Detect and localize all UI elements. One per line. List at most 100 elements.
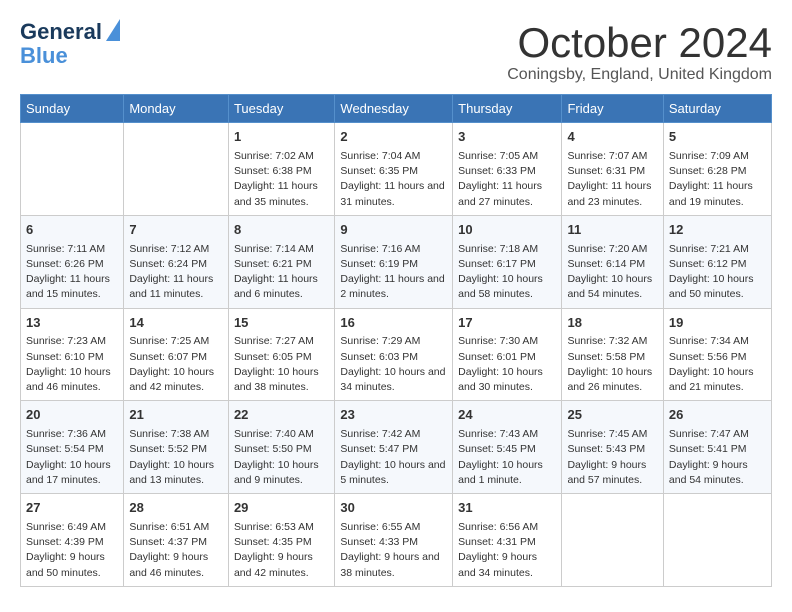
day-info: Sunrise: 6:53 AM Sunset: 4:35 PM Dayligh…	[234, 520, 329, 581]
day-number: 15	[234, 314, 329, 333]
day-number: 31	[458, 499, 556, 518]
day-number: 20	[26, 406, 118, 425]
day-info: Sunrise: 7:25 AM Sunset: 6:07 PM Dayligh…	[129, 334, 223, 395]
weekday-header: Friday	[562, 95, 663, 123]
day-number: 11	[567, 221, 657, 240]
calendar-cell: 30 Sunrise: 6:55 AM Sunset: 4:33 PM Dayli…	[335, 494, 453, 587]
calendar-cell: 23 Sunrise: 7:42 AM Sunset: 5:47 PM Dayli…	[335, 401, 453, 494]
calendar-week-row: 27 Sunrise: 6:49 AM Sunset: 4:39 PM Dayli…	[21, 494, 772, 587]
calendar-cell	[21, 123, 124, 216]
calendar-table: SundayMondayTuesdayWednesdayThursdayFrid…	[20, 94, 772, 587]
day-info: Sunrise: 7:42 AM Sunset: 5:47 PM Dayligh…	[340, 427, 447, 488]
day-number: 19	[669, 314, 766, 333]
calendar-cell	[562, 494, 663, 587]
calendar-cell: 14Sunrise: 7:25 AM Sunset: 6:07 PM Dayli…	[124, 308, 229, 401]
day-info: Sunrise: 7:07 AM Sunset: 6:31 PM Dayligh…	[567, 149, 657, 210]
calendar-cell: 15Sunrise: 7:27 AM Sunset: 6:05 PM Dayli…	[228, 308, 334, 401]
day-info: Sunrise: 7:20 AM Sunset: 6:14 PM Dayligh…	[567, 242, 657, 303]
calendar-cell: 5 Sunrise: 7:09 AM Sunset: 6:28 PM Daylig…	[663, 123, 771, 216]
day-number: 4	[567, 128, 657, 147]
calendar-cell: 29 Sunrise: 6:53 AM Sunset: 4:35 PM Dayli…	[228, 494, 334, 587]
day-number: 26	[669, 406, 766, 425]
day-number: 1	[234, 128, 329, 147]
logo-icon	[106, 19, 120, 41]
day-info: Sunrise: 7:16 AM Sunset: 6:19 PM Dayligh…	[340, 242, 447, 303]
calendar-week-row: 1 Sunrise: 7:02 AM Sunset: 6:38 PM Daylig…	[21, 123, 772, 216]
day-number: 6	[26, 221, 118, 240]
day-info: Sunrise: 6:49 AM Sunset: 4:39 PM Dayligh…	[26, 520, 118, 581]
day-number: 30	[340, 499, 447, 518]
day-info: Sunrise: 7:05 AM Sunset: 6:33 PM Dayligh…	[458, 149, 556, 210]
day-number: 21	[129, 406, 223, 425]
day-number: 2	[340, 128, 447, 147]
day-info: Sunrise: 7:38 AM Sunset: 5:52 PM Dayligh…	[129, 427, 223, 488]
calendar-cell: 31 Sunrise: 6:56 AM Sunset: 4:31 PM Dayli…	[453, 494, 562, 587]
day-info: Sunrise: 7:02 AM Sunset: 6:38 PM Dayligh…	[234, 149, 329, 210]
calendar-cell: 22 Sunrise: 7:40 AM Sunset: 5:50 PM Dayli…	[228, 401, 334, 494]
weekday-header: Saturday	[663, 95, 771, 123]
logo-text-blue: Blue	[20, 44, 120, 68]
calendar-cell: 17Sunrise: 7:30 AM Sunset: 6:01 PM Dayli…	[453, 308, 562, 401]
day-number: 25	[567, 406, 657, 425]
calendar-cell: 7Sunrise: 7:12 AM Sunset: 6:24 PM Daylig…	[124, 215, 229, 308]
calendar-week-row: 6 Sunrise: 7:11 AM Sunset: 6:26 PM Daylig…	[21, 215, 772, 308]
day-info: Sunrise: 7:29 AM Sunset: 6:03 PM Dayligh…	[340, 334, 447, 395]
weekday-header: Thursday	[453, 95, 562, 123]
day-number: 23	[340, 406, 447, 425]
day-info: Sunrise: 7:21 AM Sunset: 6:12 PM Dayligh…	[669, 242, 766, 303]
weekday-header: Sunday	[21, 95, 124, 123]
calendar-cell: 4 Sunrise: 7:07 AM Sunset: 6:31 PM Daylig…	[562, 123, 663, 216]
day-info: Sunrise: 7:30 AM Sunset: 6:01 PM Dayligh…	[458, 334, 556, 395]
day-info: Sunrise: 7:09 AM Sunset: 6:28 PM Dayligh…	[669, 149, 766, 210]
calendar-cell: 6 Sunrise: 7:11 AM Sunset: 6:26 PM Daylig…	[21, 215, 124, 308]
day-info: Sunrise: 7:45 AM Sunset: 5:43 PM Dayligh…	[567, 427, 657, 488]
calendar-cell: 21 Sunrise: 7:38 AM Sunset: 5:52 PM Dayli…	[124, 401, 229, 494]
day-number: 29	[234, 499, 329, 518]
day-number: 27	[26, 499, 118, 518]
day-info: Sunrise: 6:56 AM Sunset: 4:31 PM Dayligh…	[458, 520, 556, 581]
day-number: 5	[669, 128, 766, 147]
logo: General Blue	[20, 20, 120, 68]
day-info: Sunrise: 7:32 AM Sunset: 5:58 PM Dayligh…	[567, 334, 657, 395]
calendar-cell: 16Sunrise: 7:29 AM Sunset: 6:03 PM Dayli…	[335, 308, 453, 401]
calendar-cell: 12Sunrise: 7:21 AM Sunset: 6:12 PM Dayli…	[663, 215, 771, 308]
calendar-cell: 25 Sunrise: 7:45 AM Sunset: 5:43 PM Dayli…	[562, 401, 663, 494]
calendar-cell: 26 Sunrise: 7:47 AM Sunset: 5:41 PM Dayli…	[663, 401, 771, 494]
day-info: Sunrise: 6:55 AM Sunset: 4:33 PM Dayligh…	[340, 520, 447, 581]
calendar-cell: 27 Sunrise: 6:49 AM Sunset: 4:39 PM Dayli…	[21, 494, 124, 587]
weekday-header: Tuesday	[228, 95, 334, 123]
day-number: 22	[234, 406, 329, 425]
weekday-header: Wednesday	[335, 95, 453, 123]
day-number: 16	[340, 314, 447, 333]
calendar-cell: 28 Sunrise: 6:51 AM Sunset: 4:37 PM Dayli…	[124, 494, 229, 587]
day-info: Sunrise: 7:23 AM Sunset: 6:10 PM Dayligh…	[26, 334, 118, 395]
page-header: General Blue October 2024 Coningsby, Eng…	[20, 20, 772, 84]
day-info: Sunrise: 7:47 AM Sunset: 5:41 PM Dayligh…	[669, 427, 766, 488]
day-number: 9	[340, 221, 447, 240]
calendar-cell: 19Sunrise: 7:34 AM Sunset: 5:56 PM Dayli…	[663, 308, 771, 401]
weekday-header: Monday	[124, 95, 229, 123]
day-info: Sunrise: 7:11 AM Sunset: 6:26 PM Dayligh…	[26, 242, 118, 303]
day-number: 28	[129, 499, 223, 518]
day-number: 8	[234, 221, 329, 240]
logo-text-general: General	[20, 20, 102, 44]
day-number: 3	[458, 128, 556, 147]
day-number: 14	[129, 314, 223, 333]
day-number: 24	[458, 406, 556, 425]
calendar-cell: 2 Sunrise: 7:04 AM Sunset: 6:35 PM Daylig…	[335, 123, 453, 216]
day-info: Sunrise: 7:40 AM Sunset: 5:50 PM Dayligh…	[234, 427, 329, 488]
calendar-cell: 3 Sunrise: 7:05 AM Sunset: 6:33 PM Daylig…	[453, 123, 562, 216]
header-row: SundayMondayTuesdayWednesdayThursdayFrid…	[21, 95, 772, 123]
title-section: October 2024 Coningsby, England, United …	[507, 20, 772, 84]
day-info: Sunrise: 7:34 AM Sunset: 5:56 PM Dayligh…	[669, 334, 766, 395]
calendar-cell: 20Sunrise: 7:36 AM Sunset: 5:54 PM Dayli…	[21, 401, 124, 494]
location-subtitle: Coningsby, England, United Kingdom	[507, 66, 772, 84]
calendar-cell: 9 Sunrise: 7:16 AM Sunset: 6:19 PM Daylig…	[335, 215, 453, 308]
day-info: Sunrise: 6:51 AM Sunset: 4:37 PM Dayligh…	[129, 520, 223, 581]
month-title: October 2024	[507, 20, 772, 66]
calendar-cell: 1 Sunrise: 7:02 AM Sunset: 6:38 PM Daylig…	[228, 123, 334, 216]
calendar-cell: 11 Sunrise: 7:20 AM Sunset: 6:14 PM Dayli…	[562, 215, 663, 308]
day-info: Sunrise: 7:04 AM Sunset: 6:35 PM Dayligh…	[340, 149, 447, 210]
calendar-cell: 13Sunrise: 7:23 AM Sunset: 6:10 PM Dayli…	[21, 308, 124, 401]
day-number: 10	[458, 221, 556, 240]
